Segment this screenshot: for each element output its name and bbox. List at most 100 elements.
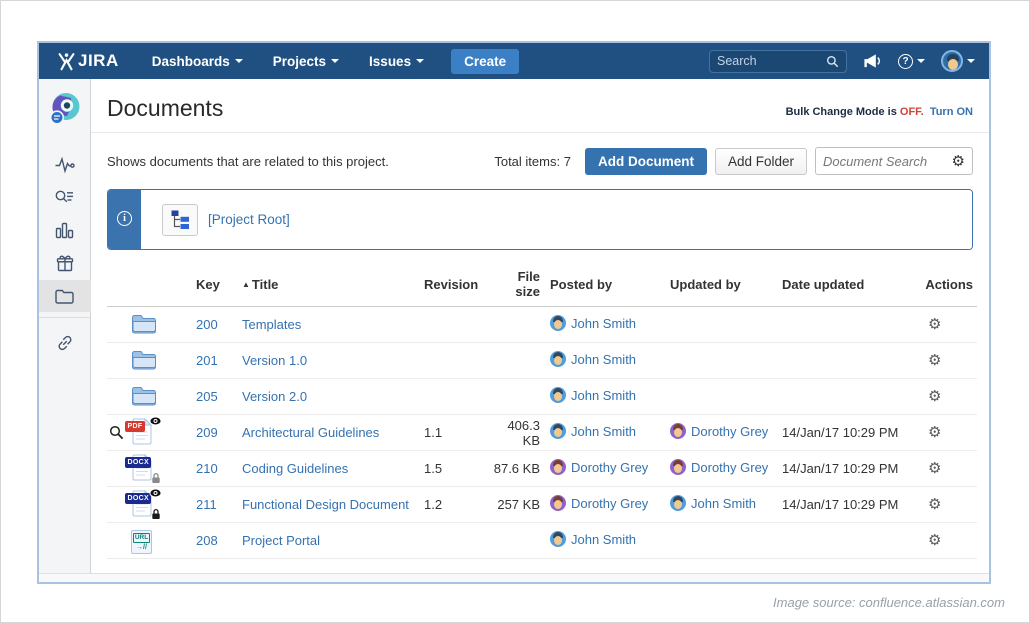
breadcrumb-panel: i [Project Root] <box>107 189 973 250</box>
col-revision[interactable]: Revision <box>420 262 486 307</box>
navbar-left: JIRA Dashboards Projects Issues Create <box>57 43 519 79</box>
jira-logo[interactable]: JIRA <box>57 51 119 71</box>
posted-by-user: John Smith <box>550 423 636 439</box>
document-title-link[interactable]: Functional Design Document <box>242 497 409 512</box>
col-title[interactable]: ▲Title <box>238 262 420 307</box>
key-cell: 209 <box>192 415 238 451</box>
preview-magnifier-icon[interactable] <box>109 425 124 443</box>
user-link[interactable]: John Smith <box>571 532 636 547</box>
user-link[interactable]: Dorothy Grey <box>571 460 648 475</box>
document-key-link[interactable]: 210 <box>196 461 218 476</box>
col-date-updated[interactable]: Date updated <box>778 262 904 307</box>
col-file-size[interactable]: File size <box>486 262 546 307</box>
user-link[interactable]: Dorothy Grey <box>691 424 768 439</box>
create-button[interactable]: Create <box>451 49 519 74</box>
date-updated-cell <box>778 307 904 343</box>
col-actions: Actions <box>904 262 977 307</box>
project-root-link[interactable]: [Project Root] <box>208 212 290 227</box>
row-actions-gear-icon[interactable]: ⚙ <box>928 352 941 369</box>
user-link[interactable]: John Smith <box>571 424 636 439</box>
col-posted-by[interactable]: Posted by <box>546 262 666 307</box>
avatar <box>670 459 686 475</box>
row-actions-gear-icon[interactable]: ⚙ <box>928 496 941 513</box>
file-size-cell <box>486 523 546 559</box>
nav-projects[interactable]: Projects <box>260 43 352 79</box>
document-title-link[interactable]: Coding Guidelines <box>242 461 348 476</box>
title-cell: Coding Guidelines <box>238 451 420 487</box>
col-title-label: Title <box>252 277 279 292</box>
document-title-link[interactable]: Project Portal <box>242 533 320 548</box>
sidebar-item-documents[interactable] <box>39 280 91 312</box>
bulk-mode-state: OFF. <box>900 106 924 118</box>
chevron-down-icon <box>917 59 925 63</box>
help-menu[interactable]: ? <box>898 54 925 69</box>
sidebar-item-reports[interactable] <box>39 213 91 246</box>
docx-icon: DOCX <box>131 490 153 520</box>
global-search-input[interactable] <box>717 54 826 68</box>
document-search-input[interactable] <box>823 154 948 169</box>
project-avatar[interactable] <box>47 90 83 131</box>
document-row: DOCX211Functional Design Document1.2257 … <box>107 487 977 523</box>
turn-on-link[interactable]: Turn ON <box>930 106 973 118</box>
key-cell: 205 <box>192 379 238 415</box>
page-head: Documents Bulk Change Mode is OFF. Turn … <box>107 79 973 122</box>
document-title-link[interactable]: Templates <box>242 317 301 332</box>
sidebar-item-releases[interactable] <box>39 246 91 280</box>
toolbar-controls: Total items: 7 Add Document Add Folder ⚙ <box>494 147 973 175</box>
docx-icon: DOCX <box>131 454 153 484</box>
sidebar-item-search-issues[interactable] <box>39 182 91 213</box>
feedback-megaphone-icon[interactable] <box>863 53 882 69</box>
posted-by-cell: John Smith <box>546 343 666 379</box>
user-link[interactable]: John Smith <box>691 496 756 511</box>
document-row: PDF209Architectural Guidelines1.1406.3 K… <box>107 415 977 451</box>
jira-logo-text: JIRA <box>78 51 119 71</box>
document-title-link[interactable]: Version 1.0 <box>242 353 307 368</box>
search-options-gear-icon[interactable]: ⚙ <box>952 154 965 169</box>
page-title: Documents <box>107 95 223 122</box>
title-cell: Project Portal <box>238 523 420 559</box>
row-actions-gear-icon[interactable]: ⚙ <box>928 460 941 477</box>
document-key-link[interactable]: 200 <box>196 317 218 332</box>
col-type <box>107 262 192 307</box>
row-actions-gear-icon[interactable]: ⚙ <box>928 424 941 441</box>
posted-by-user: John Smith <box>550 387 636 403</box>
document-key-link[interactable]: 209 <box>196 425 218 440</box>
title-cell: Version 1.0 <box>238 343 420 379</box>
col-key[interactable]: Key <box>192 262 238 307</box>
user-menu[interactable] <box>941 50 975 72</box>
documents-toolbar: Shows documents that are related to this… <box>107 147 973 175</box>
document-title-link[interactable]: Version 2.0 <box>242 389 307 404</box>
page-description: Shows documents that are related to this… <box>107 154 389 169</box>
document-key-link[interactable]: 201 <box>196 353 218 368</box>
document-key-link[interactable]: 211 <box>196 497 217 512</box>
user-link[interactable]: John Smith <box>571 316 636 331</box>
user-link[interactable]: John Smith <box>571 388 636 403</box>
nav-issues[interactable]: Issues <box>356 43 437 79</box>
document-key-link[interactable]: 205 <box>196 389 218 404</box>
posted-by-cell: John Smith <box>546 415 666 451</box>
document-key-link[interactable]: 208 <box>196 533 218 548</box>
row-actions-gear-icon[interactable]: ⚙ <box>928 316 941 333</box>
user-link[interactable]: Dorothy Grey <box>691 460 768 475</box>
updated-by-user: Dorothy Grey <box>670 423 768 439</box>
documents-folder-icon <box>54 287 75 305</box>
user-link[interactable]: John Smith <box>571 352 636 367</box>
add-document-button[interactable]: Add Document <box>585 148 707 175</box>
document-row: 205 Version 2.0 John Smith ⚙ <box>107 379 977 415</box>
chevron-down-icon <box>235 59 243 63</box>
add-folder-button[interactable]: Add Folder <box>715 148 807 175</box>
global-search[interactable] <box>709 50 847 73</box>
updated-by-cell <box>666 343 778 379</box>
tree-view-button[interactable] <box>162 204 198 236</box>
sidebar-item-links[interactable] <box>39 326 91 360</box>
sidebar-item-activity[interactable] <box>39 147 91 182</box>
col-updated-by[interactable]: Updated by <box>666 262 778 307</box>
document-title-link[interactable]: Architectural Guidelines <box>242 425 379 440</box>
nav-dashboards[interactable]: Dashboards <box>139 43 256 79</box>
user-link[interactable]: Dorothy Grey <box>571 496 648 511</box>
total-items: Total items: 7 <box>494 154 571 169</box>
header-divider <box>91 132 989 133</box>
row-actions-gear-icon[interactable]: ⚙ <box>928 388 941 405</box>
row-actions-gear-icon[interactable]: ⚙ <box>928 532 941 549</box>
screenshot-canvas: JIRA Dashboards Projects Issues Create <box>0 0 1030 623</box>
